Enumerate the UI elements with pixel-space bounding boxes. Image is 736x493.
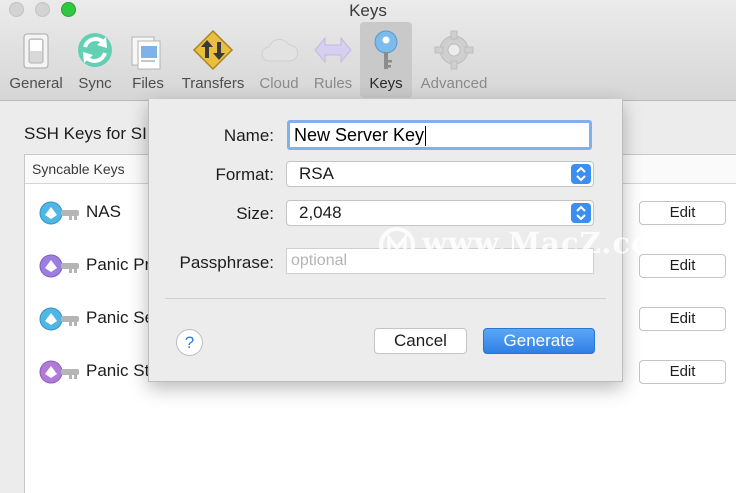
window-titlebar: Keys General Sync Files Transfers Cloud … [0,0,736,101]
files-icon [131,36,161,70]
key-icon [39,201,79,225]
rules-icon [314,36,352,64]
name-label: Name: [223,126,274,145]
edit-button[interactable]: Edit [639,201,726,225]
toolbar-item-rules[interactable]: Rules [309,22,357,98]
toolbar-label: Keys [369,75,403,92]
format-value: RSA [299,164,334,183]
divider [165,298,606,299]
size-label: Size: [236,204,274,223]
macz-logo-icon [379,227,415,263]
size-popup[interactable]: 2,048 [286,200,594,226]
toolbar-item-files[interactable]: Files [124,22,172,98]
toolbar-item-keys[interactable]: Keys [360,22,412,98]
toolbar-item-advanced[interactable]: Advanced [417,22,491,98]
toolbar-item-general[interactable]: General [5,22,67,98]
toolbar-item-sync[interactable]: Sync [70,22,120,98]
format-label: Format: [215,165,274,184]
passphrase-label: Passphrase: [179,253,275,272]
toolbar-label: General [9,75,63,92]
size-value: 2,048 [299,203,342,222]
transfers-icon [192,29,234,71]
toolbar-label: Cloud [259,75,299,92]
toolbar-label: Advanced [420,75,488,92]
text-caret [425,126,427,147]
name-field[interactable]: New Server Key [287,120,592,150]
toolbar-item-cloud[interactable]: Cloud [254,22,304,98]
watermark: www.MacZ.com [378,226,683,266]
key-icon [39,254,79,278]
key-name: Panic Pr [86,255,151,274]
cancel-button[interactable]: Cancel [374,328,467,354]
key-icon [374,30,398,69]
toolbar-label: Transfers [181,75,245,92]
name-field-value: New Server Key [294,125,425,145]
general-switch-icon [23,33,49,69]
sync-arrows-icon [78,33,112,67]
key-name: Panic Se [86,308,155,327]
key-icon [39,360,79,384]
toolbar-item-transfers[interactable]: Transfers [177,22,249,98]
toolbar-label: Sync [78,75,112,92]
key-name: Panic St [86,361,150,380]
window-title: Keys [349,1,387,20]
pane-heading: SSH Keys for SI [24,124,147,143]
advanced-gear-icon [434,30,474,70]
help-button[interactable]: ? [176,329,203,356]
toolbar-label: Rules [313,75,353,92]
format-popup[interactable]: RSA [286,161,594,187]
edit-button[interactable]: Edit [639,360,726,384]
chevron-updown-icon [571,203,591,223]
key-name: NAS [86,202,121,221]
edit-button[interactable]: Edit [639,307,726,331]
watermark-text: www.MacZ.com [422,226,684,260]
toolbar-label: Files [132,75,164,92]
chevron-updown-icon [571,164,591,184]
cloud-icon [261,39,298,62]
key-icon [39,307,79,331]
generate-button[interactable]: Generate [483,328,595,354]
